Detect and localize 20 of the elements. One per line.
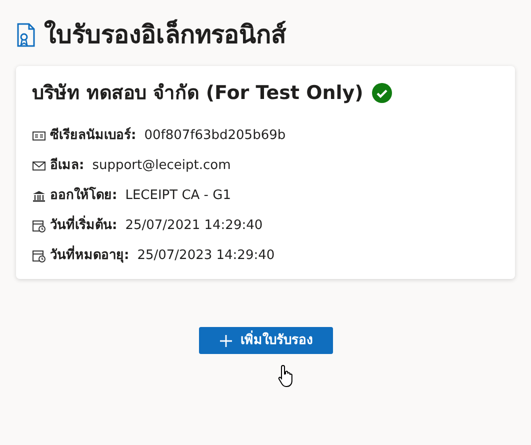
field-value: 25/07/2023 14:29:40 — [137, 247, 275, 266]
company-name: บริษัท ทดสอบ จำกัด (For Test Only) — [32, 82, 364, 105]
field-label: อีเมล: — [50, 156, 84, 176]
bank-icon — [32, 188, 46, 203]
id-card-icon — [32, 128, 46, 143]
field-label: วันที่หมดอายุ: — [50, 246, 130, 266]
field-label: ออกให้โดย: — [50, 186, 118, 206]
field-label: ซีเรียลนัมเบอร์: — [50, 126, 136, 146]
field-value: 00f807f63bd205b69b — [144, 127, 286, 146]
field-value: support@leceipt.com — [92, 157, 231, 176]
envelope-icon — [32, 158, 46, 173]
add-certificate-button[interactable]: เพิ่มใบรับรอง — [198, 326, 332, 354]
field-value: LECEIPT CA - G1 — [125, 187, 231, 206]
calendar-clock-icon — [32, 248, 46, 263]
plus-icon — [218, 334, 232, 348]
page-title: ใบรับรองอิเล็กทรอนิกส์ — [44, 20, 286, 50]
field-value: 25/07/2021 14:29:40 — [125, 217, 263, 236]
certificate-icon — [16, 23, 36, 47]
calendar-clock-icon — [32, 218, 46, 233]
field-label: วันที่เริ่มต้น: — [50, 216, 118, 236]
